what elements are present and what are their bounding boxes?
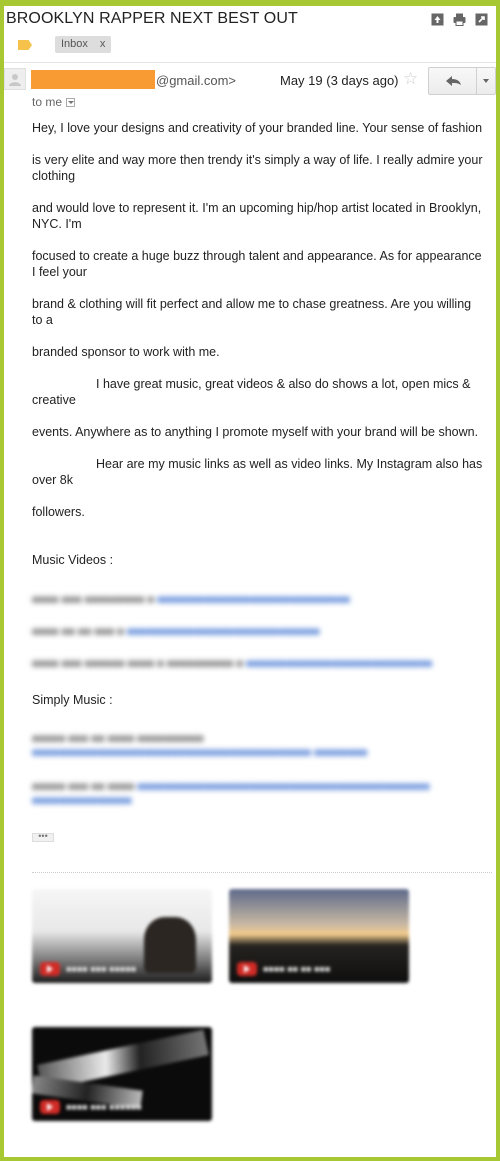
body-paragraph: I have great music, great videos & also …: [32, 376, 484, 408]
blurred-link-line: ■■■■ ■■■ ■■■■■■ ■■■■ ■ ■■■■■■■■■■ ■ ■■■■…: [32, 658, 433, 668]
video-thumbnail[interactable]: ■■■■ ■■ ■■ ■■■: [229, 889, 409, 983]
sender-email-domain: @gmail.com>: [156, 73, 237, 88]
remove-label-button[interactable]: x: [100, 38, 106, 50]
email-subject: BROOKLYN RAPPER NEXT BEST OUT: [6, 10, 298, 27]
new-window-icon[interactable]: [475, 13, 488, 26]
indented-text: I have great music, great videos & also …: [32, 377, 471, 407]
body-paragraph: events. Anywhere as to anything I promot…: [32, 425, 479, 439]
body-paragraph: and would love to represent it. I'm an u…: [32, 201, 482, 231]
body-paragraph: focused to create a huge buzz through ta…: [32, 249, 482, 279]
thumbnail-figure: [144, 917, 196, 973]
label-icon[interactable]: [18, 40, 32, 50]
star-icon[interactable]: ☆: [403, 69, 418, 89]
play-icon: [237, 962, 257, 976]
label-row: Inbox x: [4, 34, 496, 58]
body-paragraph: is very elite and way more then trendy i…: [32, 153, 483, 183]
reply-icon: [446, 76, 461, 86]
chevron-down-icon: [483, 79, 489, 83]
music-videos-heading: Music Videos :: [32, 553, 114, 567]
body-paragraph: Hear are my music links as well as video…: [32, 456, 484, 488]
reply-button[interactable]: [428, 67, 476, 95]
indented-text: Hear are my music links as well as video…: [32, 457, 483, 487]
blurred-link-line: ■■■■■ ■■■ ■■ ■■■■ ■■■■■■■■■■ ■■■■■■■■■■■…: [32, 733, 368, 759]
inbox-label-chip[interactable]: Inbox x: [55, 36, 112, 53]
body-paragraph: brand & clothing will fit perfect and al…: [32, 297, 472, 327]
email-body: Hey, I love your designs and creativity …: [32, 120, 484, 828]
recipient-line[interactable]: to me: [32, 95, 76, 109]
body-paragraph: followers.: [32, 505, 85, 519]
attachments-divider: [32, 872, 492, 873]
video-thumbnail[interactable]: ■■■■ ■■■ ■■■■■■: [32, 1027, 212, 1121]
thumbnail-caption: ■■■■ ■■■ ■■■■■■: [66, 1102, 142, 1112]
show-trimmed-content-button[interactable]: •••: [32, 832, 54, 842]
body-paragraph: Hey, I love your designs and creativity …: [32, 121, 483, 135]
body-paragraph: branded sponsor to work with me.: [32, 345, 220, 359]
recipient-details-icon[interactable]: [66, 98, 76, 108]
email-date: May 19 (3 days ago): [280, 73, 399, 88]
print-icon[interactable]: [453, 13, 466, 26]
blurred-link-line: ■■■■ ■■ ■■ ■■■ ■ ■■■■■■■■■■■■■■■■■■■■■■■…: [32, 626, 320, 636]
inbox-label-text: Inbox: [61, 38, 88, 50]
avatar-icon: [4, 68, 26, 90]
subject-row: BROOKLYN RAPPER NEXT BEST OUT: [4, 6, 496, 34]
video-thumbnail[interactable]: ■■■■ ■■■ ■■■■■: [32, 889, 212, 983]
header-actions: [431, 13, 488, 26]
recipient-text: to me: [32, 95, 63, 109]
play-icon: [40, 1100, 60, 1114]
thumbnail-caption: ■■■■ ■■■ ■■■■■: [66, 964, 137, 974]
blurred-link-line: ■■■■■ ■■■ ■■ ■■■■ ■■■■■■■■■■■■■■■■■■■■■■…: [32, 781, 430, 807]
redacted-sender-name: [31, 70, 155, 89]
simply-music-heading: Simply Music :: [32, 693, 113, 707]
play-icon: [40, 962, 60, 976]
sender-row: @gmail.com> May 19 (3 days ago) ☆: [4, 64, 496, 102]
more-actions-button[interactable]: [476, 67, 496, 95]
thumbnail-caption: ■■■■ ■■ ■■ ■■■: [263, 964, 331, 974]
blurred-link-line: ■■■■ ■■■ ■■■■■■■■■ ■ ■■■■■■■■■■■■■■■■■■■…: [32, 594, 350, 604]
divider: [4, 62, 496, 63]
move-to-inbox-icon[interactable]: [431, 13, 444, 26]
email-view: BROOKLYN RAPPER NEXT BEST OUT Inbox x @g…: [4, 6, 496, 1157]
